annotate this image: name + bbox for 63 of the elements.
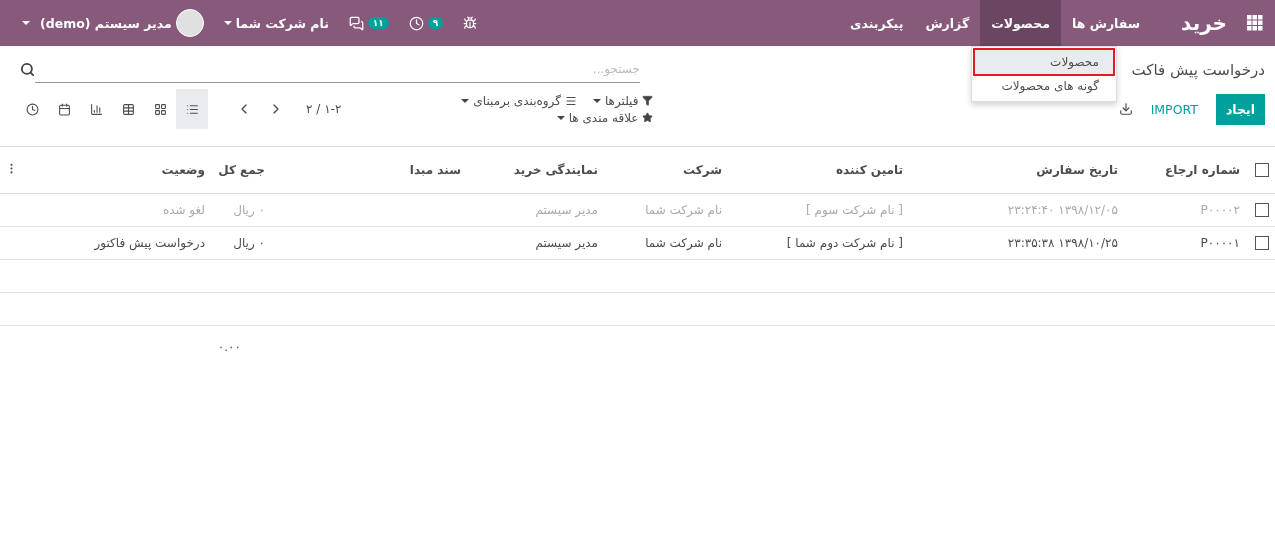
table-cell: P۰۰۰۰۱	[1200, 236, 1240, 250]
search-field[interactable]: جستجو...	[35, 56, 640, 83]
checkbox[interactable]	[1255, 203, 1269, 218]
breadcrumb-title: درخواست پیش فاکت	[1131, 60, 1265, 79]
clock-icon[interactable]	[408, 15, 424, 31]
list-icon	[564, 94, 577, 107]
message-count-badge: ۱۱	[367, 17, 389, 29]
pager-value: ۱-۲ / ۲	[306, 102, 342, 116]
table-cell: [ نام شرکت سوم ]	[806, 203, 903, 217]
chat-icon[interactable]	[348, 15, 364, 31]
column-header[interactable]: سند مبدا	[409, 163, 461, 177]
caret-icon	[461, 98, 470, 103]
favorites-button[interactable]: علاقه مندی ها	[461, 110, 654, 125]
table-cell: ۱۳۹۸/۱۰/۲۵ ۲۳:۳۵:۳۸	[1007, 236, 1118, 250]
table-cell: نام شرکت شما	[645, 203, 722, 217]
app-title: خرید	[1181, 11, 1227, 35]
column-header[interactable]: نمایندگی خرید	[513, 163, 598, 177]
dropdown-item[interactable]: محصولات	[975, 50, 1113, 74]
column-header[interactable]: شرکت	[683, 163, 722, 177]
menu-item[interactable]: محصولات	[980, 0, 1061, 46]
table-cell: مدیر سیستم	[535, 203, 598, 217]
user-menu[interactable]: مدیر سیستم (demo)	[40, 15, 172, 31]
table-cell: لغو شده	[162, 203, 205, 217]
avatar	[175, 9, 204, 37]
checkbox[interactable]	[1255, 163, 1269, 178]
list-view-icon	[185, 102, 199, 116]
group-by-button[interactable]: گروه‌بندی برمبنای	[461, 93, 577, 108]
caret-icon	[592, 98, 601, 103]
column-header[interactable]: تاریخ سفارش	[1036, 163, 1118, 177]
menu-item[interactable]: پیکربندی	[839, 0, 915, 46]
activity-count-badge: ۹	[427, 17, 444, 29]
table-cell: درخواست پیش فاکتور	[94, 236, 205, 250]
download-icon[interactable]	[1118, 102, 1133, 116]
table-cell: مدیر سیستم	[535, 236, 598, 250]
pivot-view-icon	[121, 102, 135, 116]
table-cell: [ نام شرکت دوم شما ]	[786, 236, 903, 250]
total-sum: ۰.۰۰	[217, 340, 241, 354]
search-icon[interactable]	[20, 62, 35, 77]
menu-item[interactable]: سفارش ها	[1060, 0, 1152, 46]
column-header[interactable]: وضعیت	[161, 163, 205, 177]
company-switcher[interactable]: نام شرکت شما	[235, 15, 329, 31]
checkbox[interactable]	[1255, 236, 1269, 251]
table-cell: ۱۳۹۸/۱۲/۰۵ ۲۳:۲۴:۴۰	[1007, 203, 1118, 217]
table-cell: ۰ ریال	[233, 236, 265, 250]
table-cell: نام شرکت شما	[645, 236, 722, 250]
activity-view-icon	[25, 102, 39, 116]
menu-item[interactable]: گزارش	[914, 0, 981, 46]
bug-icon[interactable]	[463, 16, 478, 30]
table-cell: P۰۰۰۰۲	[1200, 203, 1240, 217]
column-header[interactable]: شماره ارجاع	[1165, 163, 1240, 177]
star-icon	[642, 112, 654, 123]
caret-icon	[223, 21, 232, 25]
apps-grid-icon[interactable]	[1247, 15, 1263, 31]
filter-icon	[642, 95, 654, 106]
column-header[interactable]: تامین کننده	[835, 163, 903, 177]
column-header[interactable]: جمع کل	[218, 163, 265, 177]
filters-button[interactable]: فیلترها	[592, 93, 654, 108]
graph-view-icon	[89, 102, 103, 116]
caret-icon	[22, 21, 30, 25]
table-cell: ۰ ریال	[233, 203, 265, 217]
kanban-view-icon	[153, 102, 167, 116]
calendar-view-icon	[57, 102, 71, 116]
caret-icon	[556, 115, 565, 120]
